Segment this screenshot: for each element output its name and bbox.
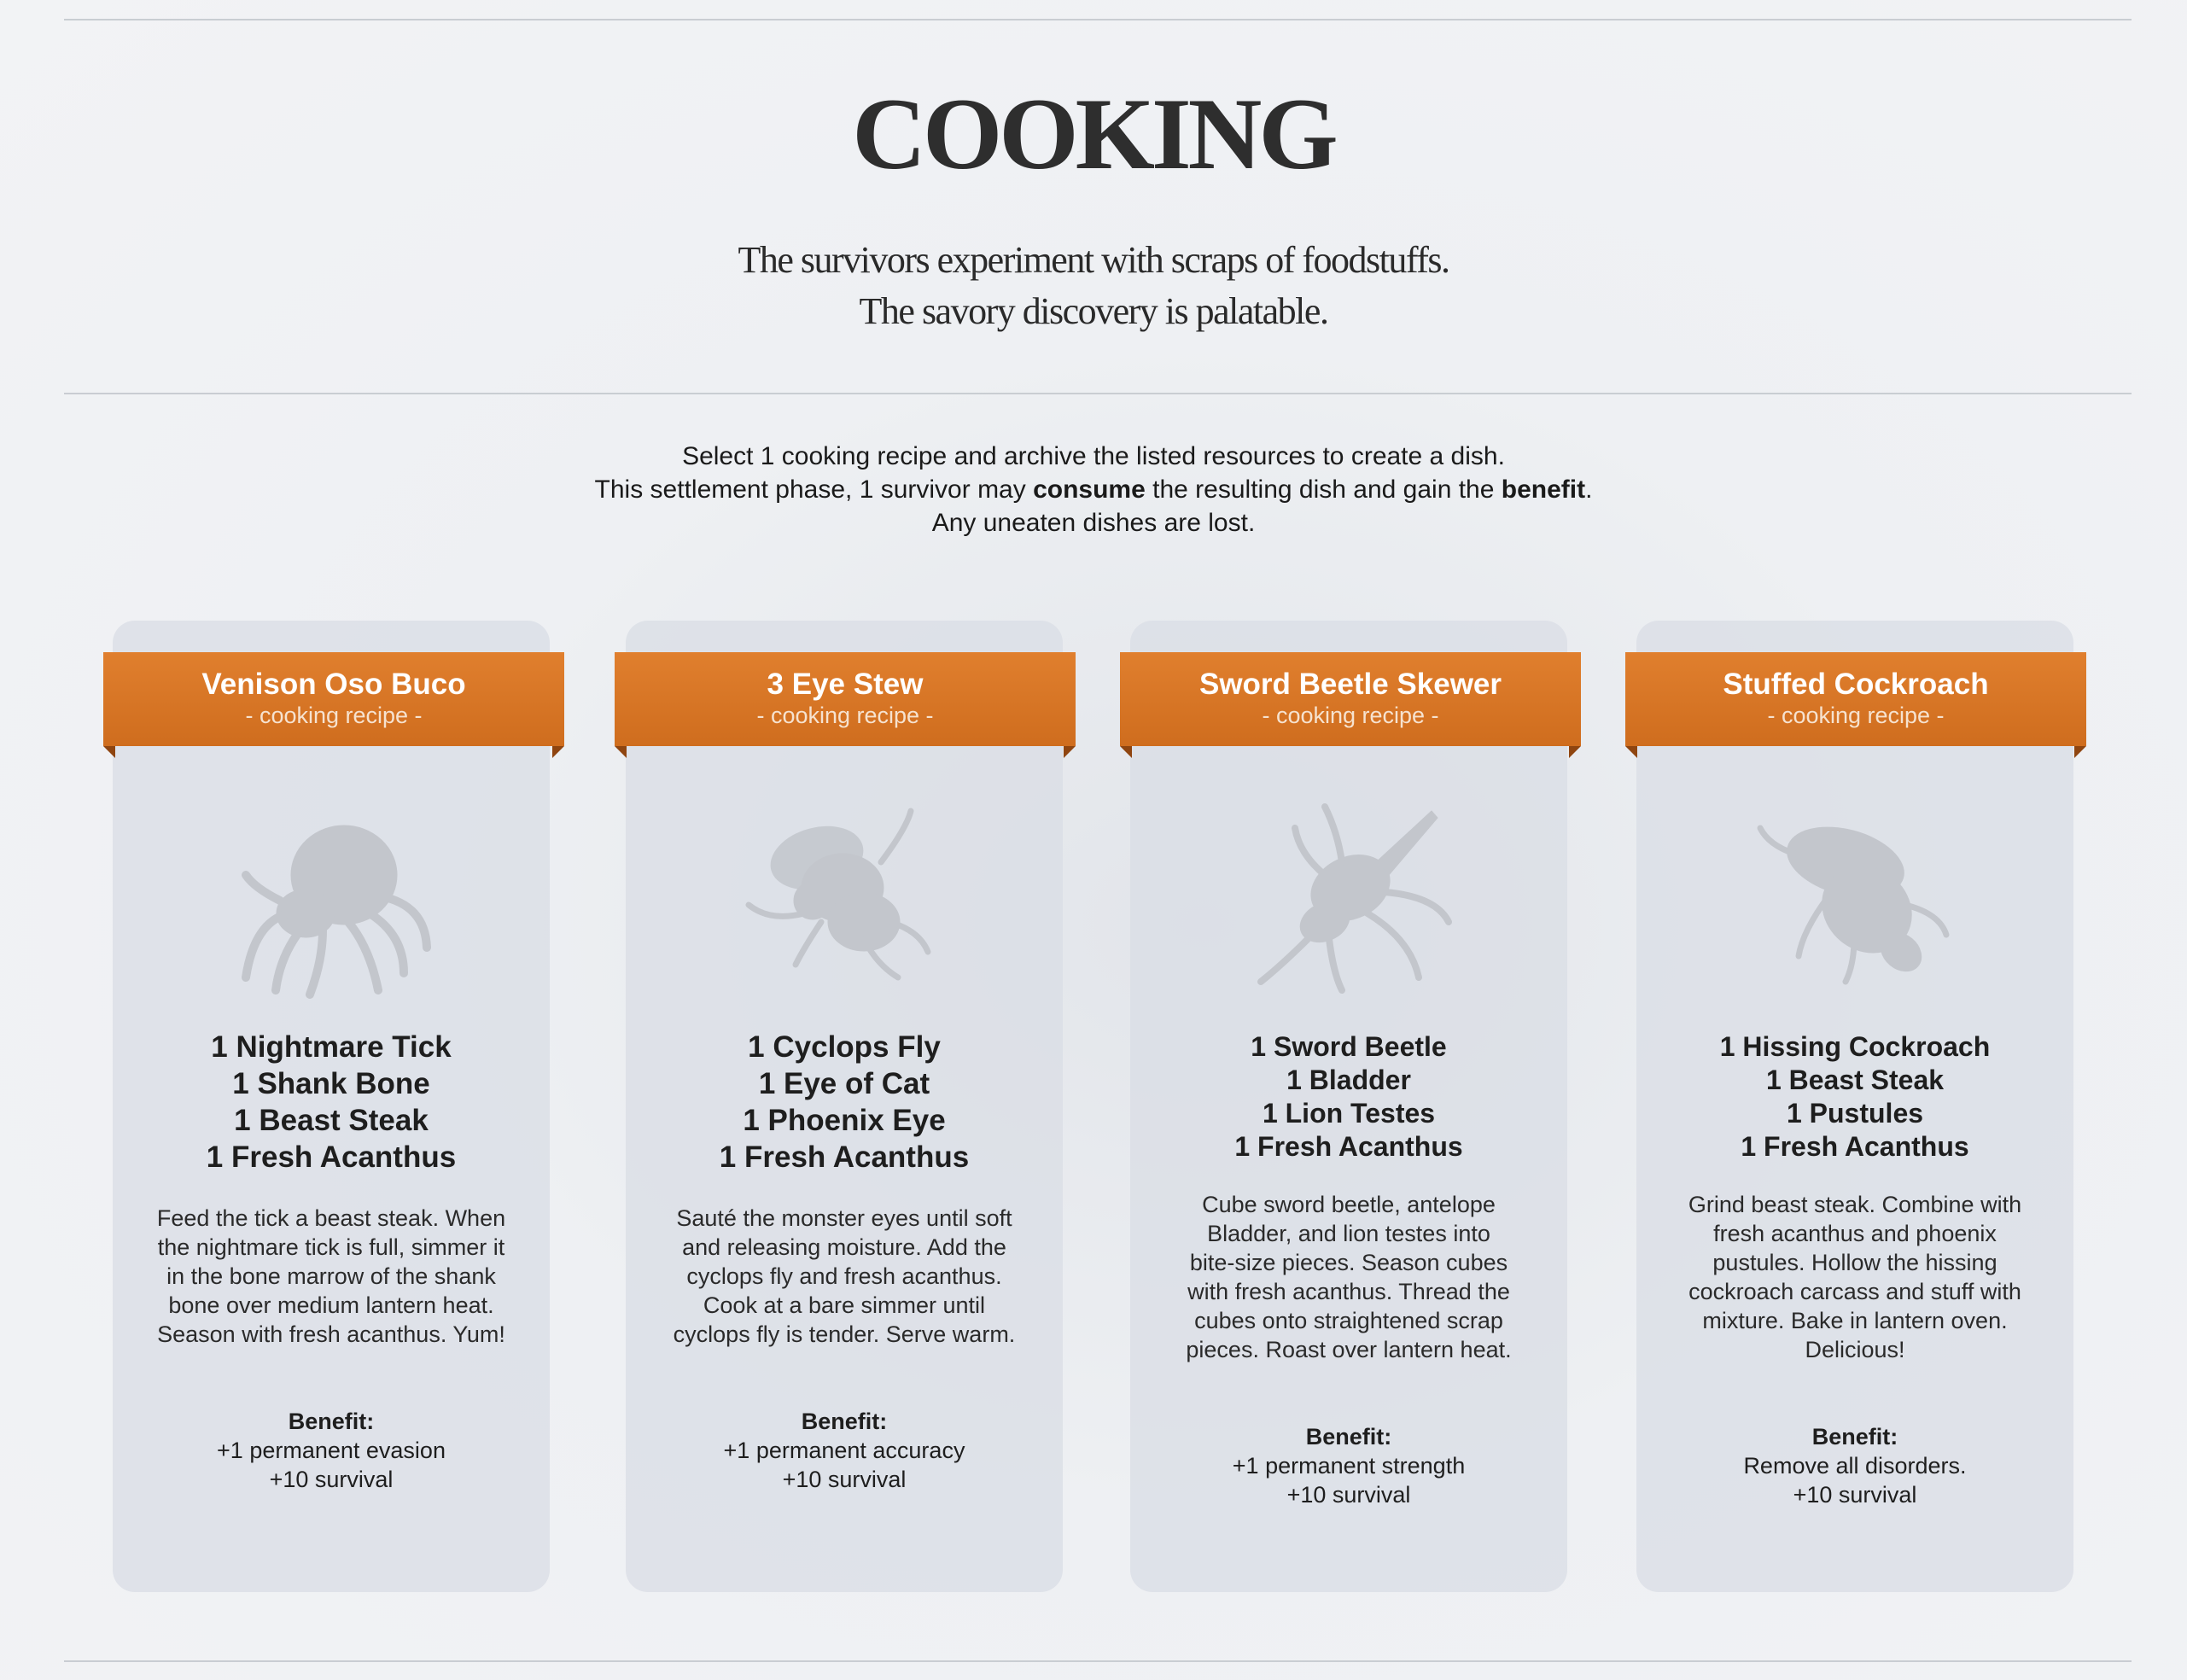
page-title: COOKING [852,77,1338,190]
rules-text: Select 1 cooking recipe and archive the … [0,440,2187,540]
middle-divider [64,393,2132,394]
benefit-label: Benefit: [1305,1424,1392,1450]
recipe-benefit: Benefit: Remove all disorders. +10 survi… [1636,1422,2073,1509]
recipe-benefit: Benefit: +1 permanent strength +10 survi… [1130,1422,1567,1509]
recipe-subtitle: - cooking recipe - [1262,703,1439,728]
flavor-line-2: The savory discovery is palatable. [859,290,1329,332]
recipe-banner: Sword Beetle Skewer - cooking recipe - [1120,652,1581,758]
top-divider [64,19,2132,20]
recipe-description: Grind beast steak. Combine with fresh ac… [1688,1192,2022,1362]
recipe-name: 3 Eye Stew [767,668,924,701]
flavor-text: The survivors experiment with scraps of … [0,235,2187,337]
rules-line-3: Any uneaten dishes are lost. [931,509,1256,537]
fly-icon [736,794,941,999]
recipe-subtitle: - cooking recipe - [756,703,934,728]
rules-line-1: Select 1 cooking recipe and archive the … [682,442,1505,470]
recipe-banner: Stuffed Cockroach - cooking recipe - [1625,652,2086,758]
recipe-subtitle: - cooking recipe - [245,703,423,728]
recipe-banner: 3 Eye Stew - cooking recipe - [615,652,1076,758]
beetle-icon [1248,794,1453,999]
consume-keyword: consume [1033,475,1146,504]
recipe-description: Cube sword beetle, antelope Bladder, and… [1186,1192,1512,1362]
cooking-page: COOKING The survivors experiment with sc… [0,0,2187,1680]
rules-line-2: This settlement phase, 1 survivor may co… [594,475,1593,504]
benefit-label: Benefit: [288,1409,375,1434]
benefit-label: Benefit: [801,1409,888,1434]
tick-icon [229,794,434,999]
recipe-name: Venison Oso Buco [201,668,466,701]
recipe-description: Sauté the monster eyes until soft and re… [673,1205,1016,1347]
recipe-benefit: Benefit: +1 permanent evasion +10 surviv… [113,1407,550,1494]
ingredient-list: 1 Cyclops Fly 1 Eye of Cat 1 Phoenix Eye… [719,1030,970,1174]
ingredient-list: 1 Sword Beetle 1 Bladder 1 Lion Testes 1… [1234,1031,1463,1162]
benefit-label: Benefit: [1811,1424,1898,1450]
flavor-line-1: The survivors experiment with scraps of … [738,239,1450,281]
recipe-banner: Venison Oso Buco - cooking recipe - [103,652,564,758]
recipe-name: Stuffed Cockroach [1723,668,1989,701]
ingredient-list: 1 Nightmare Tick 1 Shank Bone 1 Beast St… [206,1030,457,1174]
recipe-benefit: Benefit: +1 permanent accuracy +10 survi… [626,1407,1063,1494]
benefit-keyword: benefit [1501,475,1586,504]
recipe-description: Feed the tick a beast steak. When the ni… [156,1205,506,1347]
cockroach-icon [1752,794,1957,999]
ingredient-list: 1 Hissing Cockroach 1 Beast Steak 1 Pust… [1719,1031,1991,1162]
recipe-name: Sword Beetle Skewer [1198,668,1502,701]
recipe-subtitle: - cooking recipe - [1767,703,1945,728]
bottom-divider [64,1660,2132,1662]
